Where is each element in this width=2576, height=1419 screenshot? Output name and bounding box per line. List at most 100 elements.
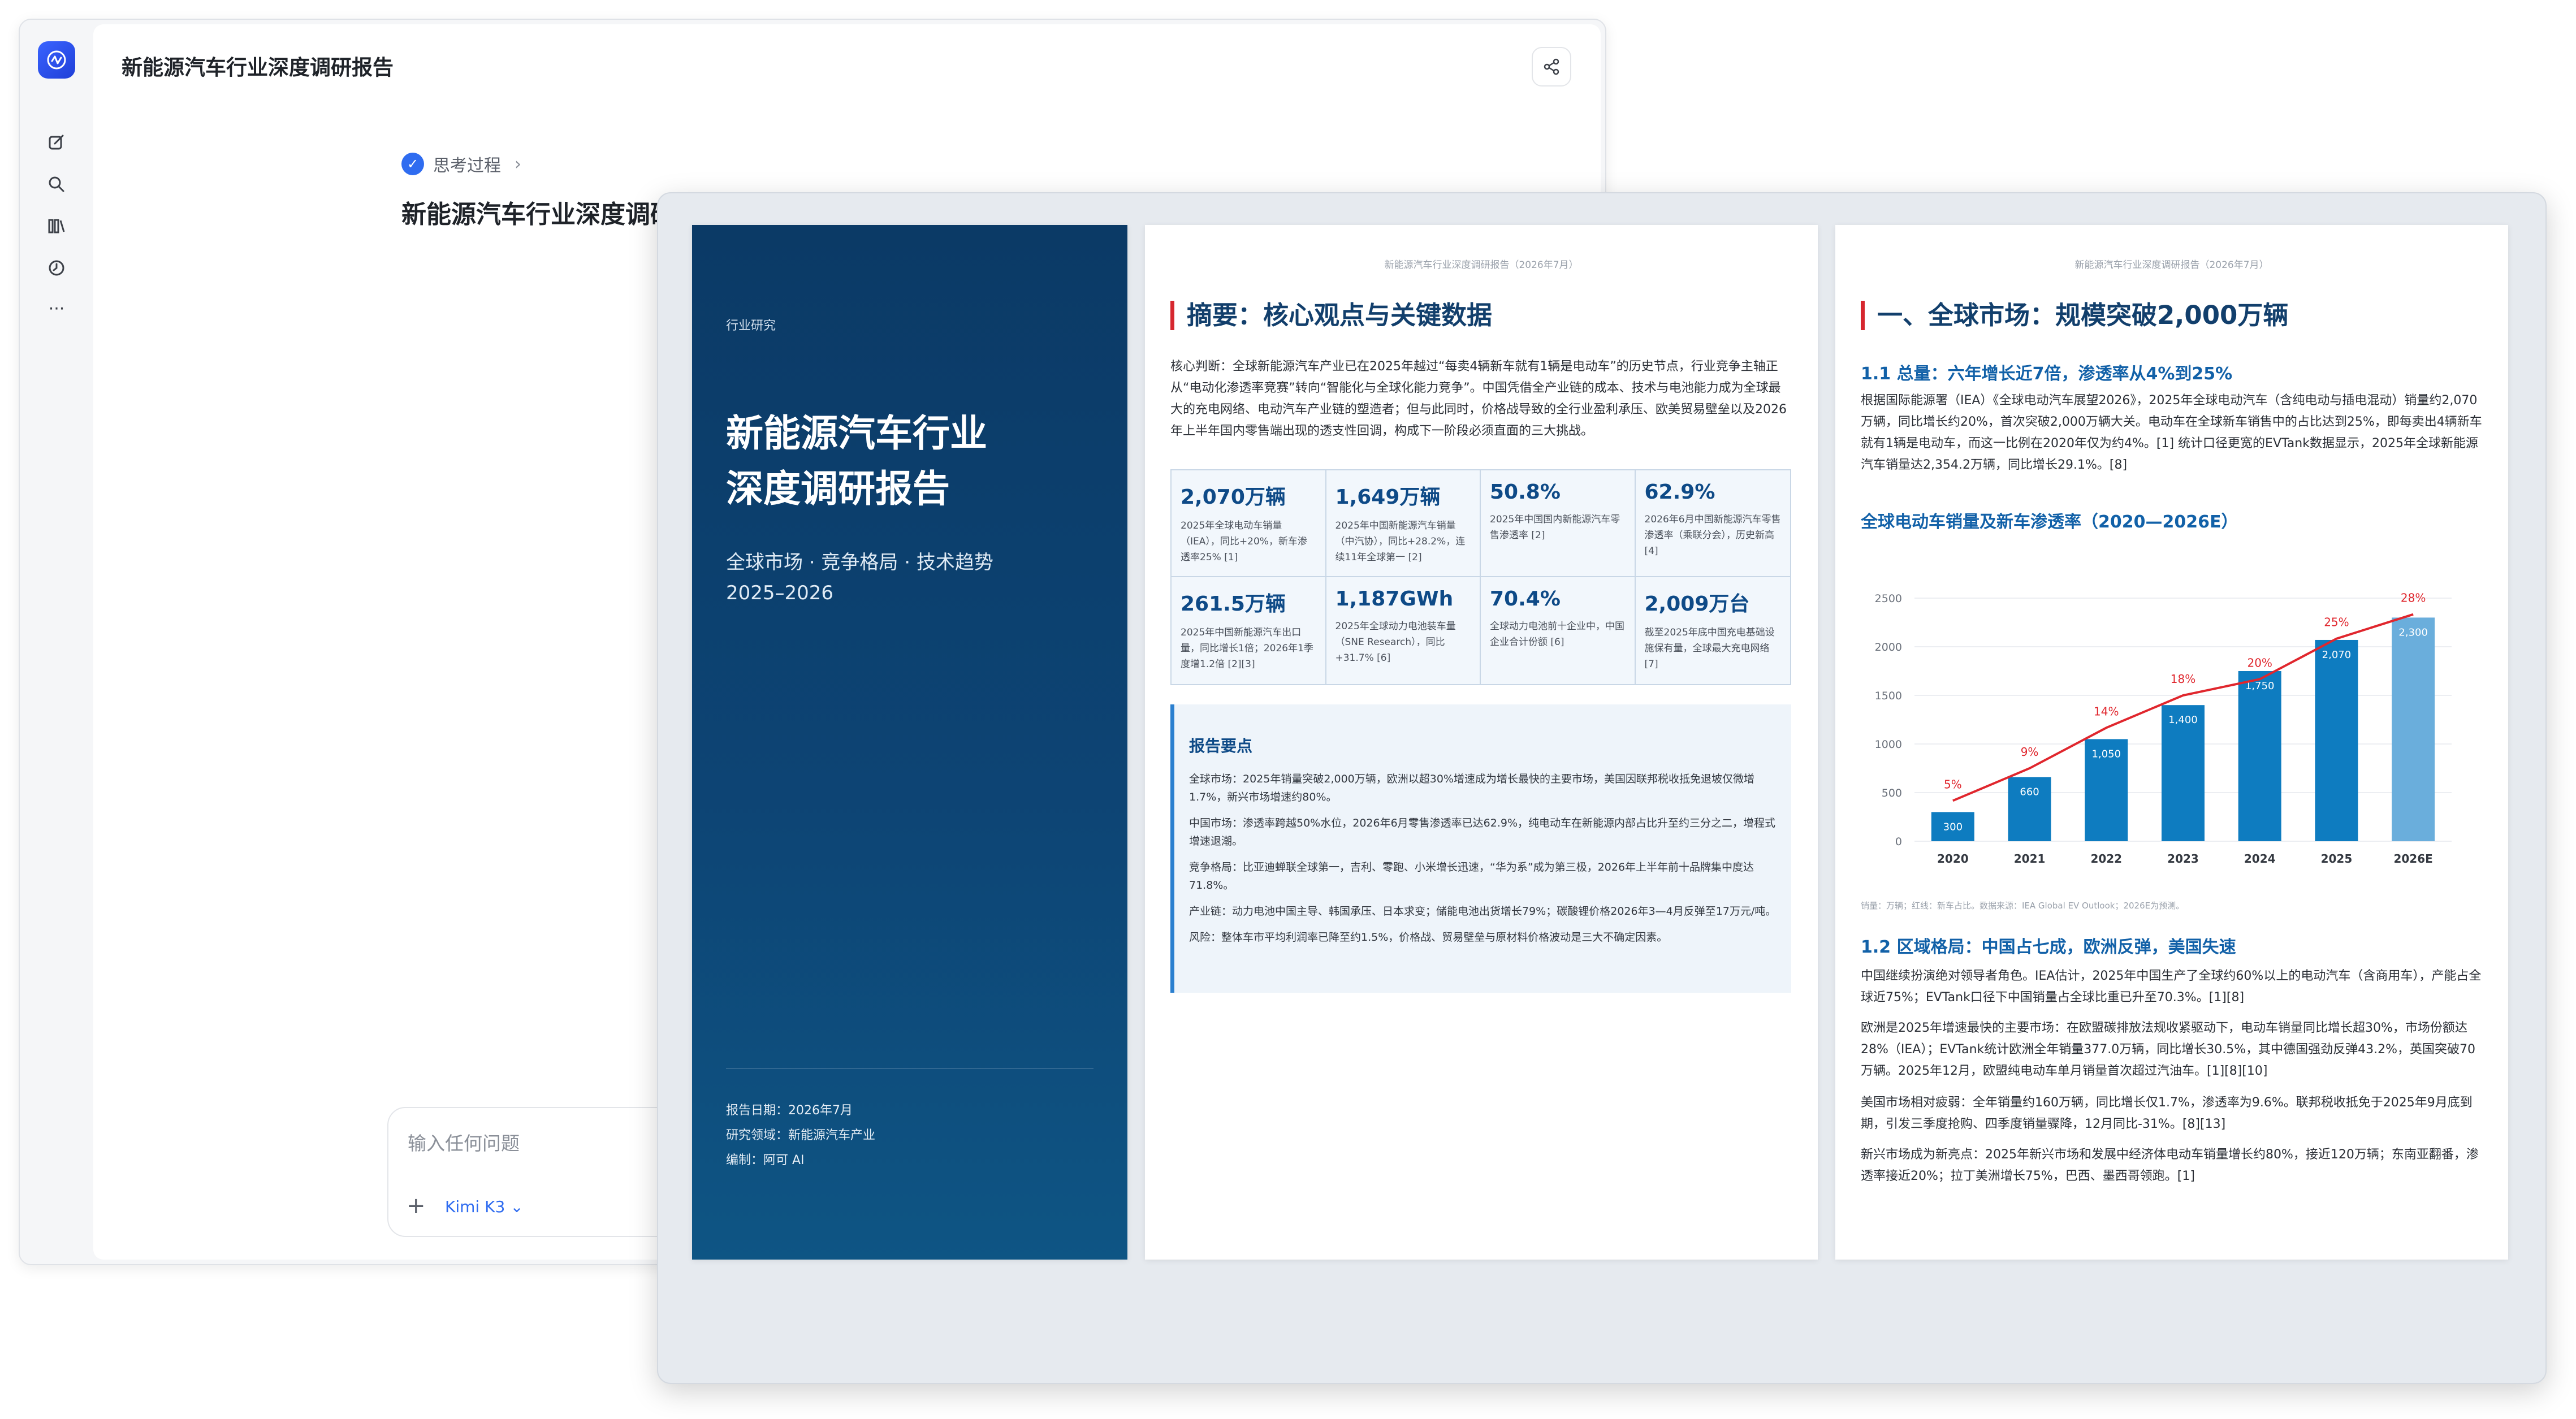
penetration-label: 9% [2021,745,2039,759]
paragraph: 根据国际能源署（IEA）《全球电动汽车展望2026》，2025年全球电动汽车（含… [1861,393,2482,472]
thinking-label: 思考过程 [433,156,501,176]
kpi-desc: 2025年全球电动车销量（IEA），同比+20%，新车渗透率25% [1] [1181,520,1307,563]
kpi-value: 1,187GWh [1335,587,1454,611]
share-button[interactable] [1532,47,1571,86]
subsection-heading: 1.1 总量：六年增长近7倍，渗透率从4%到25% [1861,364,2233,384]
kpi-card: 1,187GWh 2025年全球动力电池装车量（SNE Research），同比+… [1326,577,1481,684]
x-tick-label: 2025 [2321,852,2353,866]
x-tick-label: 2026E [2393,852,2432,866]
key-point: 产业链：动力电池中国主导、韩国承压、日本求变；储能电池出货增长79%；碳酸锂价格… [1189,905,1777,918]
key-point: 风险：整体车市平均利润率已降至约1.5%，价格战、贸易壁垒与原材料价格波动是三大… [1189,931,1668,944]
cover-title: 新能源汽车行业 深度调研报告 [726,406,1099,517]
library-icon[interactable] [45,214,68,238]
penetration-label: 18% [2171,672,2195,686]
cover-date: 报告日期：2026年7月 [726,1104,853,1118]
x-tick-label: 2023 [2167,852,2199,866]
chevron-down-icon: ⌄ [510,1197,524,1216]
paragraph: 新兴市场成为新亮点：2025年新兴市场和发展中经济体电动车销量增长约80%，接近… [1861,1148,2479,1183]
kpi-value: 62.9% [1644,481,1715,504]
cover-title-line2: 深度调研报告 [726,467,950,511]
app-logo[interactable] [38,41,75,79]
bar-value-label: 1,400 [2168,714,2198,726]
kpi-value: 70.4% [1490,587,1561,611]
key-point: 中国市场：渗透率跨越50%水位，2026年6月零售渗透率已达62.9%，纯电动车… [1189,817,1776,847]
bar-value-label: 2,070 [2322,649,2352,661]
bar-value-label: 2,300 [2398,626,2428,638]
kpi-card: 50.8% 2025年中国国内新能源汽车零售渗透率 [2] [1481,470,1636,577]
x-tick-label: 2021 [2014,852,2046,866]
subsection-heading: 1.2 区域格局：中国占七成，欧洲反弹，美国失速 [1861,937,2236,957]
cover-editor: 编制：阿可 AI [726,1153,805,1167]
cover-tag: 行业研究 [726,319,776,333]
x-tick-label: 2022 [2090,852,2122,866]
global-market-page: 新能源汽车行业深度调研报告（2026年7月） 一、全球市场：规模突破2,000万… [1835,225,2508,1260]
y-tick-label: 2500 [1875,592,1902,605]
sidebar-rail: ··· [20,20,93,1264]
share-icon [1544,58,1559,75]
y-tick-label: 1500 [1875,690,1902,702]
logo-icon [47,50,66,70]
kpi-card: 62.9% 2026年6月中国新能源汽车零售渗透率（乘联分会），历史新高 [4] [1635,470,1790,577]
penetration-label: 28% [2401,591,2426,605]
add-attachment-icon[interactable]: + [407,1193,426,1219]
chart-note: 销量：万辆；红线：新车占比。数据来源：IEA Global EV Outlook… [1861,901,2185,911]
chevron-right-icon: › [515,154,521,174]
cover-subtitle: 全球市场 · 竞争格局 · 技术趋势 2025–2026 [726,547,993,608]
summary-page: 新能源汽车行业深度调研报告（2026年7月） 摘要：核心观点与关键数据 核心判断… [1145,225,1818,1260]
chart-title: 全球电动车销量及新车渗透率（2020—2026E） [1861,512,2238,532]
kpi-card: 2,070万辆 2025年全球电动车销量（IEA），同比+20%，新车渗透率25%… [1172,470,1326,577]
y-tick-label: 500 [1882,787,1902,799]
key-points-heading: 报告要点 [1189,737,1253,755]
cover-page: 行业研究 新能源汽车行业 深度调研报告 全球市场 · 竞争格局 · 技术趋势 2… [692,225,1127,1260]
cover-years: 2025–2026 [726,582,834,604]
key-point: 全球市场：2025年销量突破2,000万辆，欧洲以超30%增速成为增长最快的主要… [1189,773,1754,803]
cover-title-line1: 新能源汽车行业 [726,412,987,455]
y-tick-label: 0 [1895,836,1902,848]
thinking-process-toggle[interactable]: ✓ 思考过程 › [401,152,521,176]
x-tick-label: 2020 [1937,852,1969,866]
kpi-card: 261.5万辆 2025年中国新能源汽车出口量，同比增长1倍；2026年1季度增1… [1172,577,1326,684]
key-point: 竞争格局：比亚迪蝉联全球第一，吉利、零跑、小米增长迅速，“华为系”成为第三极，2… [1189,861,1754,892]
model-label: Kimi K3 [445,1197,505,1216]
kpi-grid: 2,070万辆 2025年全球电动车销量（IEA），同比+20%，新车渗透率25%… [1170,469,1791,685]
bar [2238,671,2281,841]
more-icon[interactable]: ··· [45,297,68,321]
search-icon[interactable] [45,172,68,196]
bar [2315,639,2358,841]
history-icon[interactable] [45,256,68,280]
paragraph: 美国市场相对疲弱：全年销量约160万辆，同比增长仅1.7%，渗透率为9.6%。联… [1861,1096,2473,1131]
report-viewer-window: 行业研究 新能源汽车行业 深度调研报告 全球市场 · 竞争格局 · 技术趋势 2… [657,192,2547,1384]
x-tick-label: 2024 [2244,852,2276,866]
kpi-card: 2,009万台 截至2025年底中国充电基础设施保有量，全球最大充电网络 [7] [1636,577,1791,684]
kpi-value: 2,070万辆 [1181,486,1286,509]
kpi-desc: 2025年全球动力电池装车量（SNE Research），同比+31.7% [6… [1335,621,1456,664]
new-chat-icon[interactable] [45,131,68,154]
kpi-card: 1,649万辆 2025年中国新能源汽车销量（中汽协），同比+28.2%，连续11… [1326,470,1481,577]
bar-value-label: 660 [2020,786,2039,798]
key-points-box: 报告要点 全球市场：2025年销量突破2,000万辆，欧洲以超30%增速成为增长… [1170,704,1791,993]
kpi-value: 2,009万台 [1644,592,1750,616]
chat-title: 新能源汽车行业深度调研报告 [122,55,394,80]
running-head: 新能源汽车行业深度调研报告（2026年7月） [1384,259,1579,271]
ev-sales-chart: 0 500 1000 1500 2000 2500 300 2020 660 2021 1,050 2… [1875,591,2452,866]
kpi-card: 70.4% 全球动力电池前十企业中，中国企业合计份额 [6] [1481,577,1636,684]
chat-input[interactable]: 输入任何问题 [408,1128,520,1156]
section-heading: 摘要：核心观点与关键数据 [1170,301,1492,330]
kpi-desc: 2025年中国新能源汽车销量（中汽协），同比+28.2%，连续11年全球第一 [… [1335,520,1466,563]
model-selector[interactable]: Kimi K3 ⌄ [445,1197,524,1216]
cover-meta: 报告日期：2026年7月 研究领域：新能源汽车产业 编制：阿可 AI [726,1098,875,1173]
check-icon: ✓ [401,153,424,175]
y-tick-label: 2000 [1875,641,1902,654]
penetration-label: 14% [2094,704,2119,718]
cover-divider [726,1068,1093,1069]
bar-value-label: 1,050 [2092,748,2121,760]
kpi-desc: 2025年中国国内新能源汽车零售渗透率 [2] [1490,514,1620,541]
penetration-label: 5% [1944,777,1962,791]
cover-field: 研究领域：新能源汽车产业 [726,1128,876,1143]
bar [2392,617,2435,841]
kpi-value: 50.8% [1490,481,1561,504]
kpi-value: 261.5万辆 [1181,592,1286,616]
paragraph: 中国继续扮演绝对领导者角色。IEA估计，2025年中国生产了全球约60%以上的电… [1861,969,2482,1005]
kpi-value: 1,649万辆 [1335,486,1441,509]
cover-subtitle-text: 全球市场 · 竞争格局 · 技术趋势 [726,551,993,574]
